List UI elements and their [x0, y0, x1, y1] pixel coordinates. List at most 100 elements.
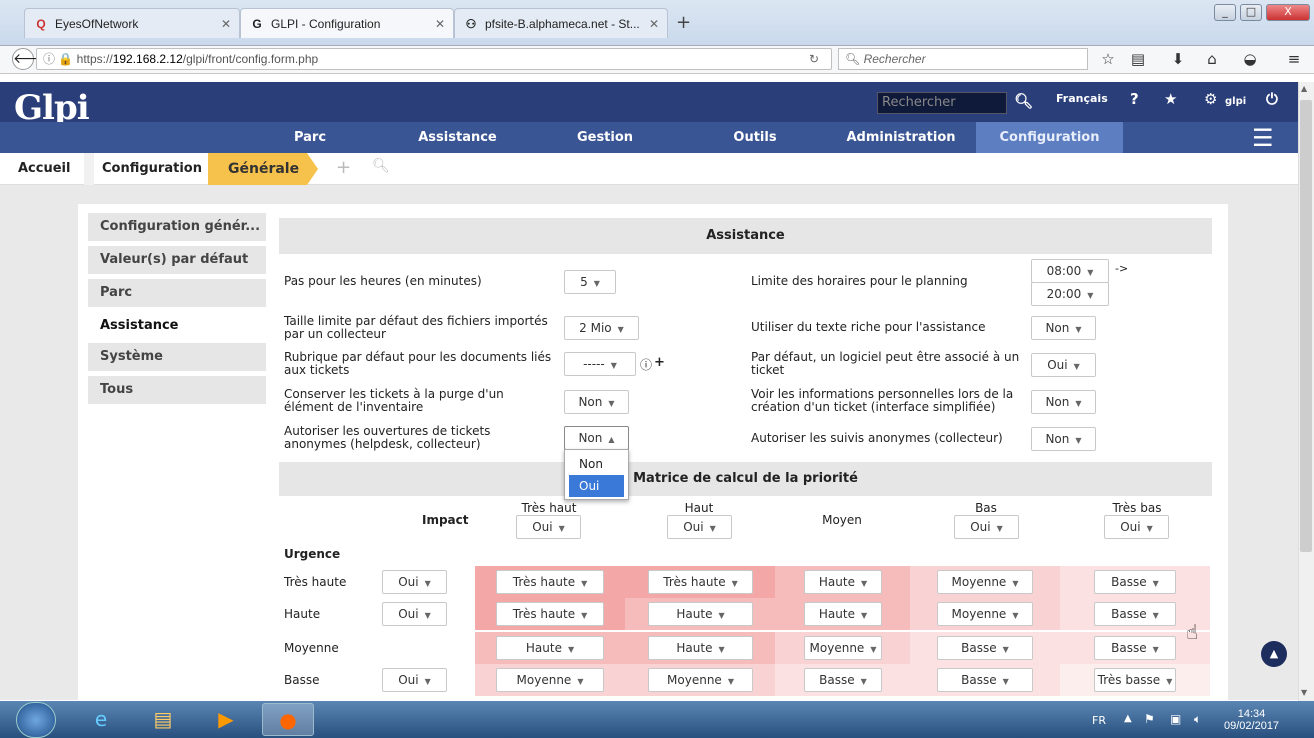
tab-pfsite[interactable]: ⚇ pfsite-B.alphameca.net - St... ✕ — [454, 8, 668, 38]
close-icon[interactable]: ✕ — [649, 17, 659, 31]
menu-outils[interactable]: Outils — [715, 122, 795, 153]
select-priority[interactable]: Basse ▼ — [937, 668, 1033, 692]
select-priority[interactable]: Très haute ▼ — [496, 570, 604, 594]
clock[interactable]: 14:34 09/02/2017 — [1224, 708, 1279, 732]
dropdown-option-non[interactable]: Non — [569, 453, 624, 475]
back-icon[interactable]: 🡐 — [12, 48, 51, 70]
user-name[interactable]: glpi — [1225, 96, 1246, 107]
network-icon[interactable]: ⚑ — [1144, 712, 1155, 726]
language-selector[interactable]: Français — [1056, 92, 1108, 105]
select-priority[interactable]: Haute ▼ — [648, 636, 753, 660]
select-planning-begin[interactable]: 08:00 ▼ — [1031, 259, 1109, 283]
tab-glpi-configuration[interactable]: G GLPI - Configuration ✕ — [240, 8, 454, 38]
breadcrumb-home[interactable]: Accueil — [18, 153, 70, 185]
sidebar-item-configuration-generale[interactable]: Configuration génér... — [88, 213, 266, 241]
keyboard-language[interactable]: FR — [1092, 714, 1106, 727]
add-icon[interactable]: + — [654, 355, 665, 370]
dropdown-option-oui[interactable]: Oui — [569, 475, 624, 497]
sidebar-item-assistance[interactable]: Assistance — [88, 312, 266, 340]
sidebar-item-tous[interactable]: Tous — [88, 376, 266, 404]
select-priority[interactable]: Haute ▼ — [648, 602, 753, 626]
download-icon[interactable]: ⬇ — [1166, 48, 1190, 70]
browser-search-input[interactable]: 🔍︎ Rechercher — [838, 48, 1088, 70]
scroll-up-icon[interactable]: ▲ — [1301, 84, 1307, 93]
select-priority[interactable]: Très haute ▼ — [648, 570, 753, 594]
select-planning-end[interactable]: 20:00 ▼ — [1031, 282, 1109, 306]
select-logiciel-associe[interactable]: Oui ▼ — [1031, 353, 1096, 377]
select-pas-heures[interactable]: 5 ▼ — [564, 270, 616, 294]
select-priority[interactable]: Moyenne ▼ — [496, 668, 604, 692]
select-priority[interactable]: Basse ▼ — [1094, 570, 1176, 594]
explorer-folder-icon[interactable]: ▤ — [137, 703, 189, 736]
close-icon[interactable]: ✕ — [435, 17, 445, 31]
scroll-top-button[interactable]: ▲ — [1261, 641, 1287, 667]
reload-icon[interactable]: ↻ — [809, 49, 819, 69]
add-icon[interactable]: + — [336, 157, 351, 178]
select-priority[interactable]: Basse ▼ — [1094, 602, 1176, 626]
menu-administration[interactable]: Administration — [835, 122, 967, 153]
select-priority[interactable]: Basse ▼ — [937, 636, 1033, 660]
tray-expand-icon[interactable]: ▲ — [1124, 713, 1132, 724]
select-priority[interactable]: Très haute ▼ — [496, 602, 604, 626]
select-urgence-enable[interactable]: Oui ▼ — [382, 570, 447, 594]
select-impact-tres-bas[interactable]: Oui ▼ — [1104, 515, 1169, 539]
start-button[interactable] — [16, 702, 56, 738]
select-urgence-enable[interactable]: Oui ▼ — [382, 602, 447, 626]
breadcrumb-configuration[interactable]: Configuration — [102, 153, 202, 185]
help-icon[interactable]: ? — [1130, 90, 1139, 108]
home-icon[interactable]: ⌂ — [1200, 48, 1224, 70]
select-suivis-anonymes[interactable]: Non ▼ — [1031, 427, 1096, 451]
search-icon[interactable]: 🔍︎ — [372, 158, 390, 174]
new-tab-button[interactable]: + — [676, 12, 691, 33]
display-icon[interactable]: ▣ — [1170, 712, 1181, 726]
glpi-search-input[interactable]: Rechercher — [877, 92, 1007, 114]
select-priority[interactable]: Basse ▼ — [1094, 636, 1176, 660]
select-priority[interactable]: Haute ▼ — [804, 602, 882, 626]
maximize-button[interactable]: □ — [1240, 4, 1262, 21]
select-texte-riche[interactable]: Non ▼ — [1031, 316, 1096, 340]
gear-icon[interactable]: ⚙ — [1204, 90, 1217, 108]
sidebar-item-systeme[interactable]: Système — [88, 343, 266, 371]
select-priority[interactable]: Haute ▼ — [496, 636, 604, 660]
select-priority[interactable]: Moyenne ▼ — [937, 602, 1033, 626]
info-icon[interactable]: ⓘ — [640, 356, 652, 373]
ie-icon[interactable]: e — [75, 703, 127, 736]
select-priority[interactable]: Haute ▼ — [804, 570, 882, 594]
hamburger-menu-icon[interactable]: ☰ — [1252, 124, 1274, 152]
breadcrumb-current[interactable]: Générale — [208, 153, 318, 185]
select-priority[interactable]: Moyenne ▼ — [937, 570, 1033, 594]
select-priority[interactable]: Moyenne ▼ — [804, 636, 882, 660]
logout-icon[interactable]: ⏻ — [1266, 90, 1278, 108]
select-voir-infos-perso[interactable]: Non ▼ — [1031, 390, 1096, 414]
menu-configuration[interactable]: Configuration — [976, 122, 1123, 153]
close-window-button[interactable]: X — [1266, 4, 1310, 21]
select-urgence-enable[interactable]: Oui ▼ — [382, 668, 447, 692]
select-impact-haut[interactable]: Oui ▼ — [667, 515, 732, 539]
select-conserver-tickets[interactable]: Non ▼ — [564, 390, 629, 414]
minimize-button[interactable]: _ — [1214, 4, 1236, 21]
select-priority[interactable]: Très basse ▼ — [1094, 668, 1176, 692]
scrollbar-thumb[interactable] — [1300, 100, 1312, 552]
sidebar-item-valeurs-par-defaut[interactable]: Valeur(s) par défaut — [88, 246, 266, 274]
pocket-icon[interactable]: ◒ — [1238, 48, 1262, 70]
close-icon[interactable]: ✕ — [221, 17, 231, 31]
select-tickets-anonymes[interactable]: Non ▲ — [564, 426, 629, 450]
search-icon[interactable]: 🔍︎ — [1014, 92, 1033, 110]
menu-parc[interactable]: Parc — [270, 122, 350, 153]
reading-list-icon[interactable]: ▤ — [1126, 48, 1150, 70]
url-bar[interactable]: ⓘ 🔒 https://192.168.2.12/glpi/front/conf… — [36, 48, 832, 70]
select-priority[interactable]: Moyenne ▼ — [648, 668, 753, 692]
menu-assistance[interactable]: Assistance — [400, 122, 515, 153]
firefox-icon[interactable]: ● — [262, 703, 314, 736]
menu-icon[interactable]: ≡ — [1282, 48, 1306, 70]
sidebar-item-parc[interactable]: Parc — [88, 279, 266, 307]
tab-eyesofnetwork[interactable]: Q EyesOfNetwork ✕ — [24, 8, 240, 38]
menu-gestion[interactable]: Gestion — [560, 122, 650, 153]
select-priority[interactable]: Basse ▼ — [804, 668, 882, 692]
bookmark-star-icon[interactable]: ☆ — [1096, 48, 1120, 70]
select-rubrique[interactable]: ----- ▼ — [564, 352, 636, 376]
select-taille-limite[interactable]: 2 Mio ▼ — [564, 316, 639, 340]
select-impact-bas[interactable]: Oui ▼ — [954, 515, 1019, 539]
volume-icon[interactable]: 🔈︎ — [1194, 712, 1201, 727]
select-impact-tres-haut[interactable]: Oui ▼ — [516, 515, 581, 539]
